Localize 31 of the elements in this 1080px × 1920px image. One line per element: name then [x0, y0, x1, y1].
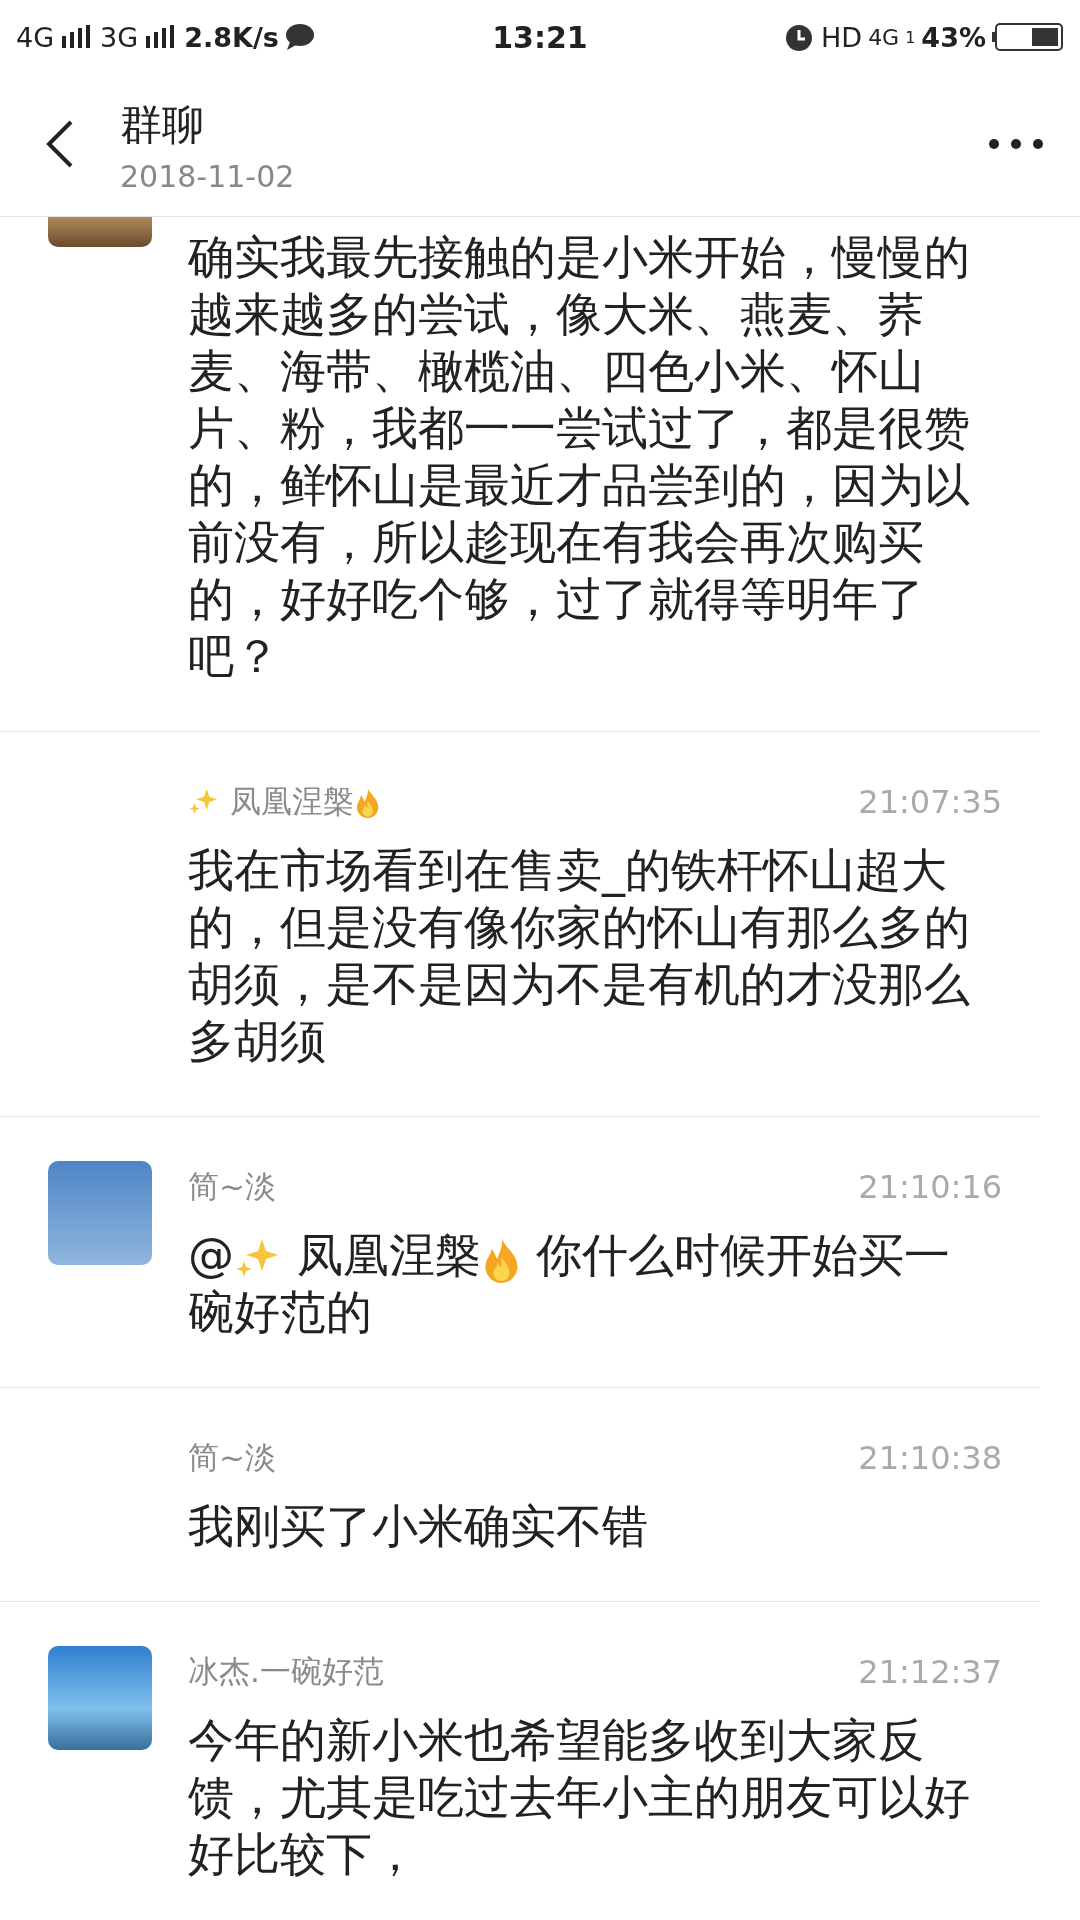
message-text: @ — [188, 1228, 234, 1282]
battery-icon — [992, 22, 1064, 52]
chat-date: 2018-11-02 — [120, 158, 296, 194]
battery-percent: 43% — [921, 21, 986, 53]
message-text: 你什么时候开始买一 — [535, 1228, 951, 1282]
sim-label: 1 — [905, 27, 916, 47]
speed-label: 2.8K/s — [184, 21, 279, 53]
message-time: 21:12:37 — [858, 1653, 1002, 1691]
network-label: 3G — [100, 21, 139, 53]
message-time: 21:10:16 — [858, 1168, 1002, 1206]
message-text: 碗好范的 — [188, 1285, 372, 1339]
avatar-placeholder[interactable] — [48, 1646, 152, 1750]
message-text: 简~淡 — [188, 1438, 276, 1477]
message-text: 我刚买了小米确实不错 — [188, 1499, 648, 1553]
message-text: 凤凰涅槃 — [228, 782, 354, 821]
message-text: 冰杰.一碗好范 — [188, 1652, 384, 1691]
message-time: 21:10:38 — [858, 1439, 1002, 1477]
message-text: 确实我最先接触的是小米开始，慢慢的越来越多的尝试，像大米、燕麦、荞麦、海带、橄榄油、四色小米、怀山片、粉，我都一一尝试过了，都是很赞的，鲜怀山是最近才品尝到的，因为以前没有，所以趁现在有我会再次购买的，好好吃个够，过了就得等明年了吧？ — [188, 230, 970, 683]
network-label: 4G — [16, 21, 55, 53]
message-text: 凤凰涅槃 — [295, 1228, 481, 1282]
message-text: 我在市场看到在售卖_的铁杆怀山超大的，但是没有像你家的怀山有那么多的胡须，是不是因为不是有机的才没那么多胡须 — [188, 843, 970, 1068]
chat-title: 群聊 — [120, 98, 205, 151]
message-time: 21:07:35 — [858, 783, 1002, 821]
clock: 13:21 — [492, 19, 588, 55]
avatar-placeholder[interactable] — [48, 217, 152, 247]
chat-bubble-icon — [284, 23, 315, 51]
network-label: 4G — [868, 24, 900, 50]
message-text: 简~淡 — [188, 1167, 276, 1206]
message-text: 今年的新小米也希望能多收到大家反馈，尤其是吃过去年小主的朋友可以好好比较下， — [188, 1713, 970, 1881]
avatar-placeholder[interactable] — [48, 1161, 152, 1265]
hd-label: HD — [821, 21, 863, 53]
